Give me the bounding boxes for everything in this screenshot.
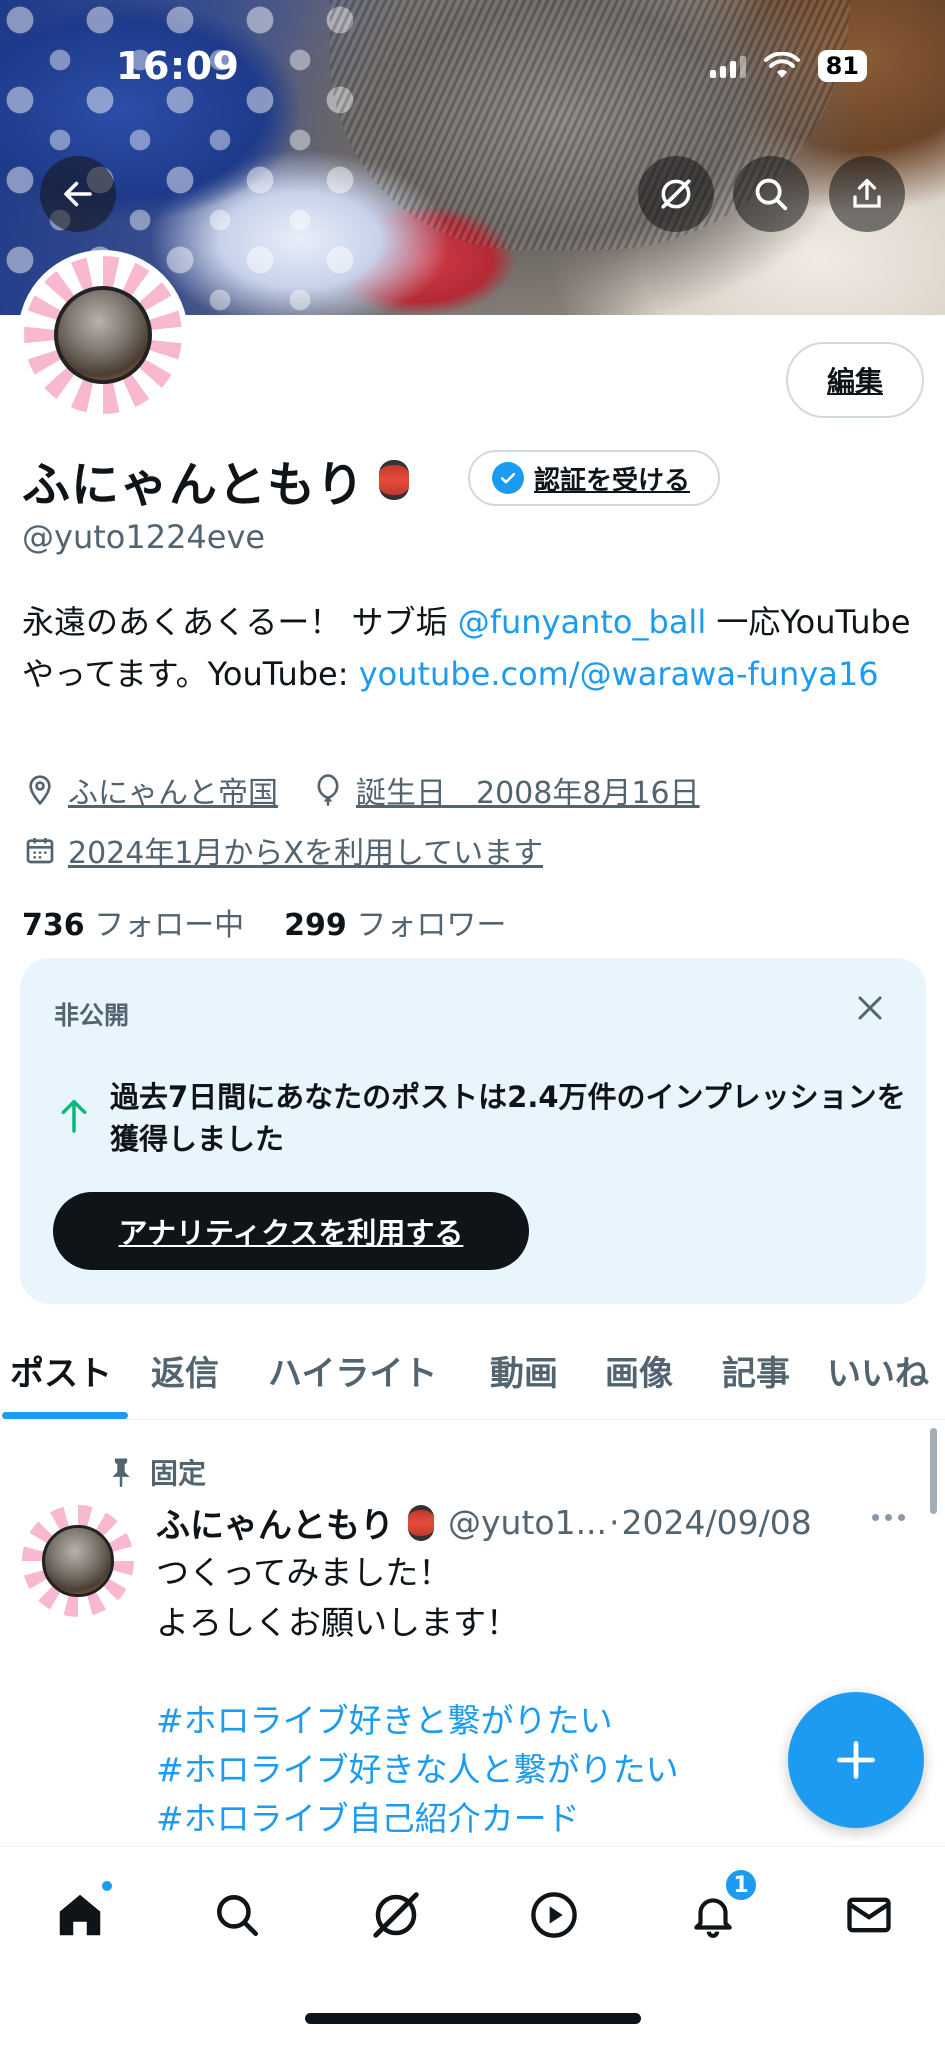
following-link[interactable]: 736 フォロー中 [22, 900, 244, 944]
bio-text-1: 永遠のあくあくるー！ サブ垢 [22, 603, 458, 641]
profile-birthday[interactable]: 誕生日 2008年8月16日 [356, 768, 700, 812]
search-icon [755, 178, 788, 211]
pin-icon [112, 1458, 130, 1487]
scrollbar[interactable] [930, 1428, 937, 1514]
get-verified-button[interactable]: 認証を受ける [468, 450, 721, 506]
lantern-emoji-icon [408, 1504, 434, 1541]
get-verified-label: 認証を受ける [534, 465, 691, 496]
bottom-navigation: 1 [0, 1846, 945, 2048]
edit-profile-button[interactable]: 編集 [786, 342, 924, 418]
active-tab-indicator [2, 1412, 128, 1419]
calendar-icon [26, 838, 54, 864]
analytics-private-label: 非公開 [54, 1001, 130, 1030]
nav-grok[interactable] [366, 1885, 426, 1945]
avatar-frame [24, 256, 182, 414]
following-label: フォロー中 [94, 908, 245, 943]
nav-messages[interactable] [839, 1885, 899, 1945]
notifications-badge: 1 [723, 1867, 759, 1903]
search-icon [217, 1895, 259, 1937]
back-button[interactable] [40, 156, 116, 232]
tab-photos[interactable]: 画像 [605, 1346, 673, 1395]
post-line-1: つくってみました！ [156, 1553, 452, 1592]
wifi-icon [763, 52, 800, 78]
status-time: 16:09 [116, 44, 240, 88]
use-analytics-button[interactable]: アナリティクスを利用する [53, 1192, 529, 1270]
name-row: ふにゃんともり [22, 445, 410, 515]
post-header: ふにゃんともり @yuto1... · 2024/09/08 [156, 1498, 812, 1547]
profile-tabs: ポスト 返信 ハイライト 動画 画像 記事 いいね [0, 1336, 945, 1420]
post-author-name[interactable]: ふにゃんともり [156, 1498, 394, 1547]
share-button[interactable] [829, 156, 905, 232]
search-button[interactable] [733, 156, 809, 232]
grok-icon [373, 1892, 419, 1938]
grok-icon [661, 179, 691, 209]
avatar-photo [54, 286, 152, 384]
following-count: 736 [22, 908, 85, 943]
nav-notifications[interactable]: 1 [683, 1867, 759, 1945]
location-icon [29, 775, 51, 806]
profile-meta-row-1: ふにゃんと帝国 誕生日 2008年8月16日 [24, 768, 700, 812]
home-unread-dot [100, 1879, 114, 1893]
compose-post-button[interactable] [788, 1692, 924, 1828]
followers-label: フォロワー [356, 908, 507, 943]
post-author-handle: @yuto1... [448, 1503, 608, 1542]
mail-icon [847, 1897, 891, 1933]
close-card-button[interactable] [850, 988, 890, 1028]
follow-counts: 736 フォロー中 299 フォロワー [22, 900, 506, 944]
back-arrow-icon [64, 181, 92, 207]
followers-link[interactable]: 299 フォロワー [284, 900, 506, 944]
tab-videos[interactable]: 動画 [490, 1346, 558, 1395]
arrow-up-icon [61, 1099, 87, 1133]
more-icon [872, 1514, 879, 1521]
grok-button[interactable] [638, 156, 714, 232]
post-avatar[interactable] [22, 1505, 134, 1617]
post-avatar-photo [42, 1525, 114, 1597]
nav-search[interactable] [207, 1885, 267, 1945]
profile-location[interactable]: ふにゃんと帝国 [68, 768, 278, 812]
post-hashtags: #ホロライブ好きと繋がりたい #ホロライブ好きな人と繋がりたい #ホロライブ自己… [156, 1696, 679, 1843]
cellular-signal-icon [709, 54, 746, 78]
analytics-impressions-text: 過去7日間にあなたのポストは2.4万件のインプレッションを獲得しました [110, 1080, 906, 1156]
hashtag-link[interactable]: #ホロライブ好きと繋がりたい [156, 1696, 679, 1745]
bio-youtube-link[interactable]: youtube.com/@warawa-funya16 [359, 655, 879, 693]
nav-home[interactable] [50, 1879, 114, 1945]
tab-posts[interactable]: ポスト [10, 1346, 112, 1395]
tab-likes[interactable]: いいね [827, 1346, 929, 1395]
balloon-icon [317, 774, 339, 806]
profile-meta-row-2: 2024年1月からXを利用しています [24, 828, 543, 872]
hashtag-link[interactable]: #ホロライブ好きな人と繋がりたい [156, 1745, 679, 1794]
status-bar: 16:09 81 [0, 0, 945, 140]
pinned-indicator: 固定 [108, 1452, 206, 1492]
nav-video[interactable] [524, 1885, 584, 1945]
profile-avatar[interactable] [18, 250, 188, 420]
tab-highlights[interactable]: ハイライト [268, 1346, 437, 1395]
post-text: つくってみました！ よろしくお願いします！ [156, 1548, 519, 1648]
profile-bio: 永遠のあくあくるー！ サブ垢 @funyanto_ball 一応YouTubeや… [22, 596, 922, 700]
lantern-emoji-icon [379, 460, 410, 500]
battery-indicator: 81 [817, 50, 867, 82]
hashtag-link[interactable]: #ホロライブ自己紹介カード [156, 1794, 679, 1843]
status-icons: 81 [709, 50, 867, 82]
profile-handle: @yuto1224eve [22, 518, 266, 556]
display-name: ふにゃんともり [22, 457, 366, 513]
followers-count: 299 [284, 908, 347, 943]
bio-mention-link[interactable]: @funyanto_ball [458, 603, 706, 641]
play-icon [531, 1892, 577, 1938]
post-more-button[interactable] [872, 1514, 905, 1521]
home-indicator [305, 2013, 641, 2024]
home-icon [59, 1894, 101, 1936]
tab-articles[interactable]: 記事 [722, 1346, 790, 1395]
close-icon [858, 996, 882, 1020]
profile-joined-date[interactable]: 2024年1月からXを利用しています [68, 828, 543, 872]
tab-replies[interactable]: 返信 [151, 1346, 219, 1395]
analytics-card: 非公開 過去7日間にあなたのポストは2.4万件のインプレッションを獲得しました … [20, 958, 926, 1304]
verified-badge-icon [492, 462, 524, 494]
post-date: 2024/09/08 [621, 1503, 812, 1542]
share-icon [853, 178, 881, 208]
pinned-label: 固定 [150, 1457, 207, 1490]
post-line-2: よろしくお願いします！ [156, 1603, 519, 1642]
plus-icon [837, 1741, 875, 1779]
